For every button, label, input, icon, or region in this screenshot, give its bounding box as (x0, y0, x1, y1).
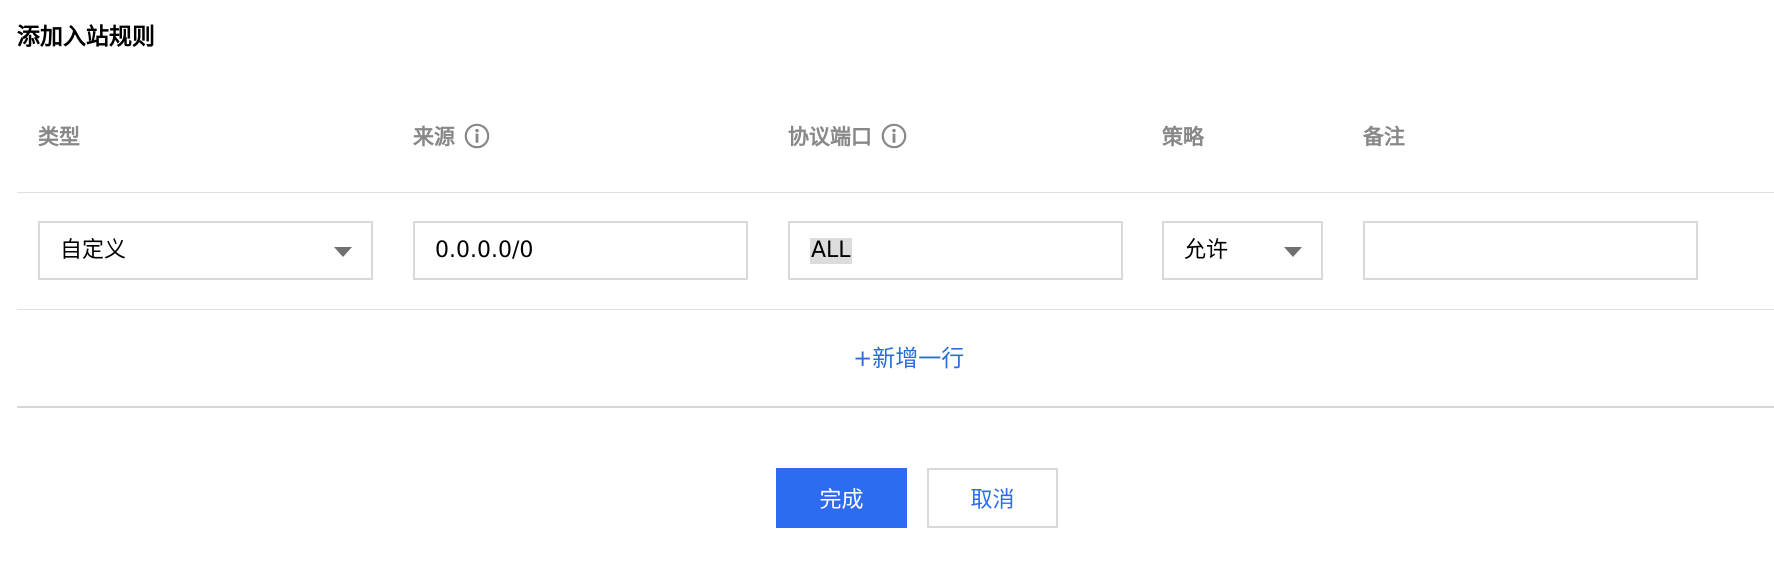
header-protocol-port: 协议端口 (788, 120, 907, 152)
cancel-button[interactable]: 取消 (927, 468, 1058, 528)
header-policy: 策略 (1162, 120, 1204, 152)
header-divider (17, 192, 1774, 193)
caret-down-icon (1284, 247, 1302, 257)
remark-input[interactable] (1363, 221, 1698, 280)
header-source-label: 来源 (413, 125, 455, 149)
add-row-link[interactable]: +新增一行 (853, 342, 964, 376)
type-select[interactable]: 自定义 (38, 221, 373, 280)
type-select-value: 自定义 (60, 237, 127, 263)
dialog-title: 添加入站规则 (17, 24, 155, 50)
info-circle-icon[interactable] (464, 123, 490, 149)
cancel-button-label: 取消 (970, 488, 1015, 513)
source-input[interactable]: 0.0.0.0/0 (413, 221, 748, 280)
header-type-label: 类型 (38, 125, 80, 149)
policy-select-value: 允许 (1184, 237, 1229, 263)
header-policy-label: 策略 (1162, 125, 1204, 149)
confirm-button-label: 完成 (819, 488, 864, 513)
header-type: 类型 (38, 120, 80, 152)
section-divider (17, 406, 1774, 408)
row-divider (17, 309, 1774, 310)
protocol-port-input[interactable]: ALL (788, 221, 1123, 280)
header-protocol-port-label: 协议端口 (788, 125, 872, 149)
caret-down-icon (334, 247, 352, 257)
header-remark: 备注 (1363, 120, 1405, 152)
source-input-value: 0.0.0.0/0 (435, 237, 534, 263)
info-circle-icon[interactable] (881, 123, 907, 149)
confirm-button[interactable]: 完成 (776, 468, 907, 528)
header-source: 来源 (413, 120, 490, 152)
protocol-port-input-value: ALL (810, 237, 852, 264)
add-inbound-rule-dialog: 添加入站规则 类型 来源 协议端口 策略 备注 自定义 0.0.0.0/0 AL… (0, 0, 1774, 564)
header-remark-label: 备注 (1363, 125, 1405, 149)
policy-select[interactable]: 允许 (1162, 221, 1323, 280)
